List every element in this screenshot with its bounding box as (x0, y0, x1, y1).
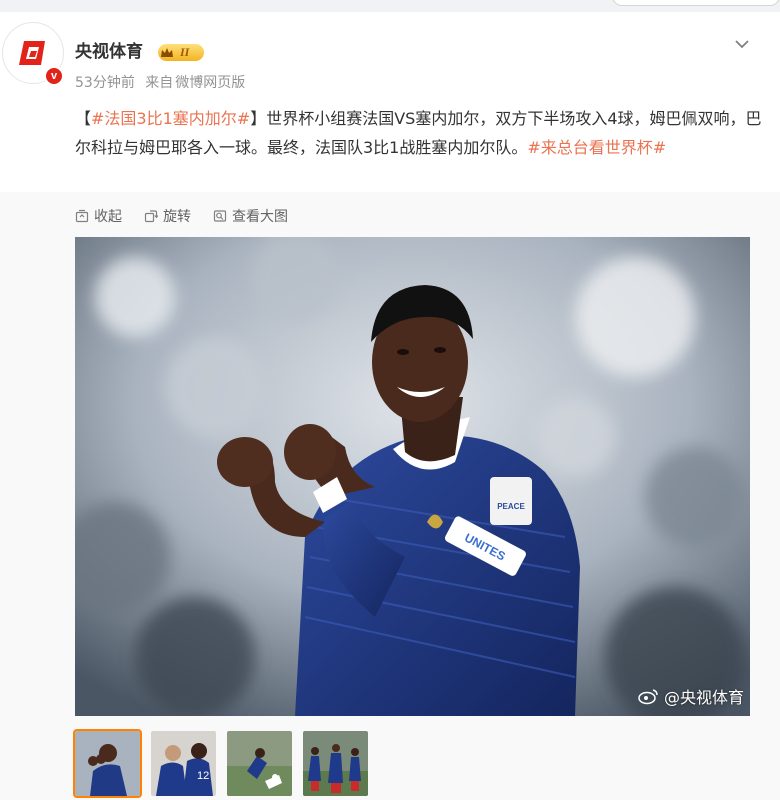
topic-link-2[interactable]: #来总台看世界杯# (527, 138, 666, 157)
verified-badge: v (44, 66, 64, 86)
thumbnail-4[interactable] (303, 731, 368, 796)
view-large-button[interactable]: 查看大图 (213, 206, 288, 226)
crown-icon (158, 44, 176, 61)
media-actions: 收起 旋转 查看大图 (75, 206, 310, 226)
thumbnail-strip: 12 (73, 729, 379, 798)
author-name[interactable]: 央视体育 (75, 40, 143, 64)
post-time[interactable]: 53分钟前 (75, 75, 135, 91)
svg-text:12: 12 (197, 770, 209, 782)
post-text: 【#法国3比1塞内加尔#】世界杯小组赛法国VS塞内加尔，双方下半场攻入4球，姆巴… (75, 104, 765, 162)
rotate-label: 旋转 (163, 209, 191, 225)
top-search-pill[interactable] (612, 0, 780, 6)
collapse-button[interactable]: 收起 (75, 206, 122, 226)
title-bracket-open: 【 (75, 109, 92, 128)
thumbnail-1[interactable] (73, 729, 142, 798)
more-options-chevron-icon[interactable] (732, 36, 752, 52)
rank-level: II (180, 45, 190, 59)
rotate-button[interactable]: 旋转 (144, 206, 191, 226)
photo-watermark: @央视体育 (638, 684, 744, 708)
source-prefix: 来自 (145, 75, 174, 91)
top-strip (0, 0, 780, 12)
thumbnail-3[interactable] (227, 731, 292, 796)
view-large-label: 查看大图 (232, 209, 288, 225)
post-header-area (0, 12, 780, 192)
post-source[interactable]: 微博网页版 (175, 75, 245, 91)
topic-link-1[interactable]: #法国3比1塞内加尔# (91, 109, 250, 128)
rotate-icon (144, 210, 158, 223)
watermark-text: @央视体育 (663, 688, 744, 707)
member-rank-badge[interactable]: II (158, 44, 204, 61)
weibo-logo-icon (638, 689, 658, 705)
collapse-label: 收起 (94, 209, 122, 225)
title-bracket-close: 】 (250, 109, 267, 128)
peace-patch-text: PEACE (497, 502, 525, 511)
view-large-image-icon (213, 210, 227, 222)
main-photo[interactable]: UNITES PEACE @央视体育 (75, 237, 750, 716)
cctv-sports-logo-icon (19, 41, 45, 65)
post-meta: 53分钟前 来自 微博网页版 (75, 73, 251, 93)
thumbnail-2[interactable]: 12 (151, 731, 216, 796)
collapse-icon (75, 209, 89, 223)
player-celebration-image: UNITES PEACE (75, 237, 750, 716)
